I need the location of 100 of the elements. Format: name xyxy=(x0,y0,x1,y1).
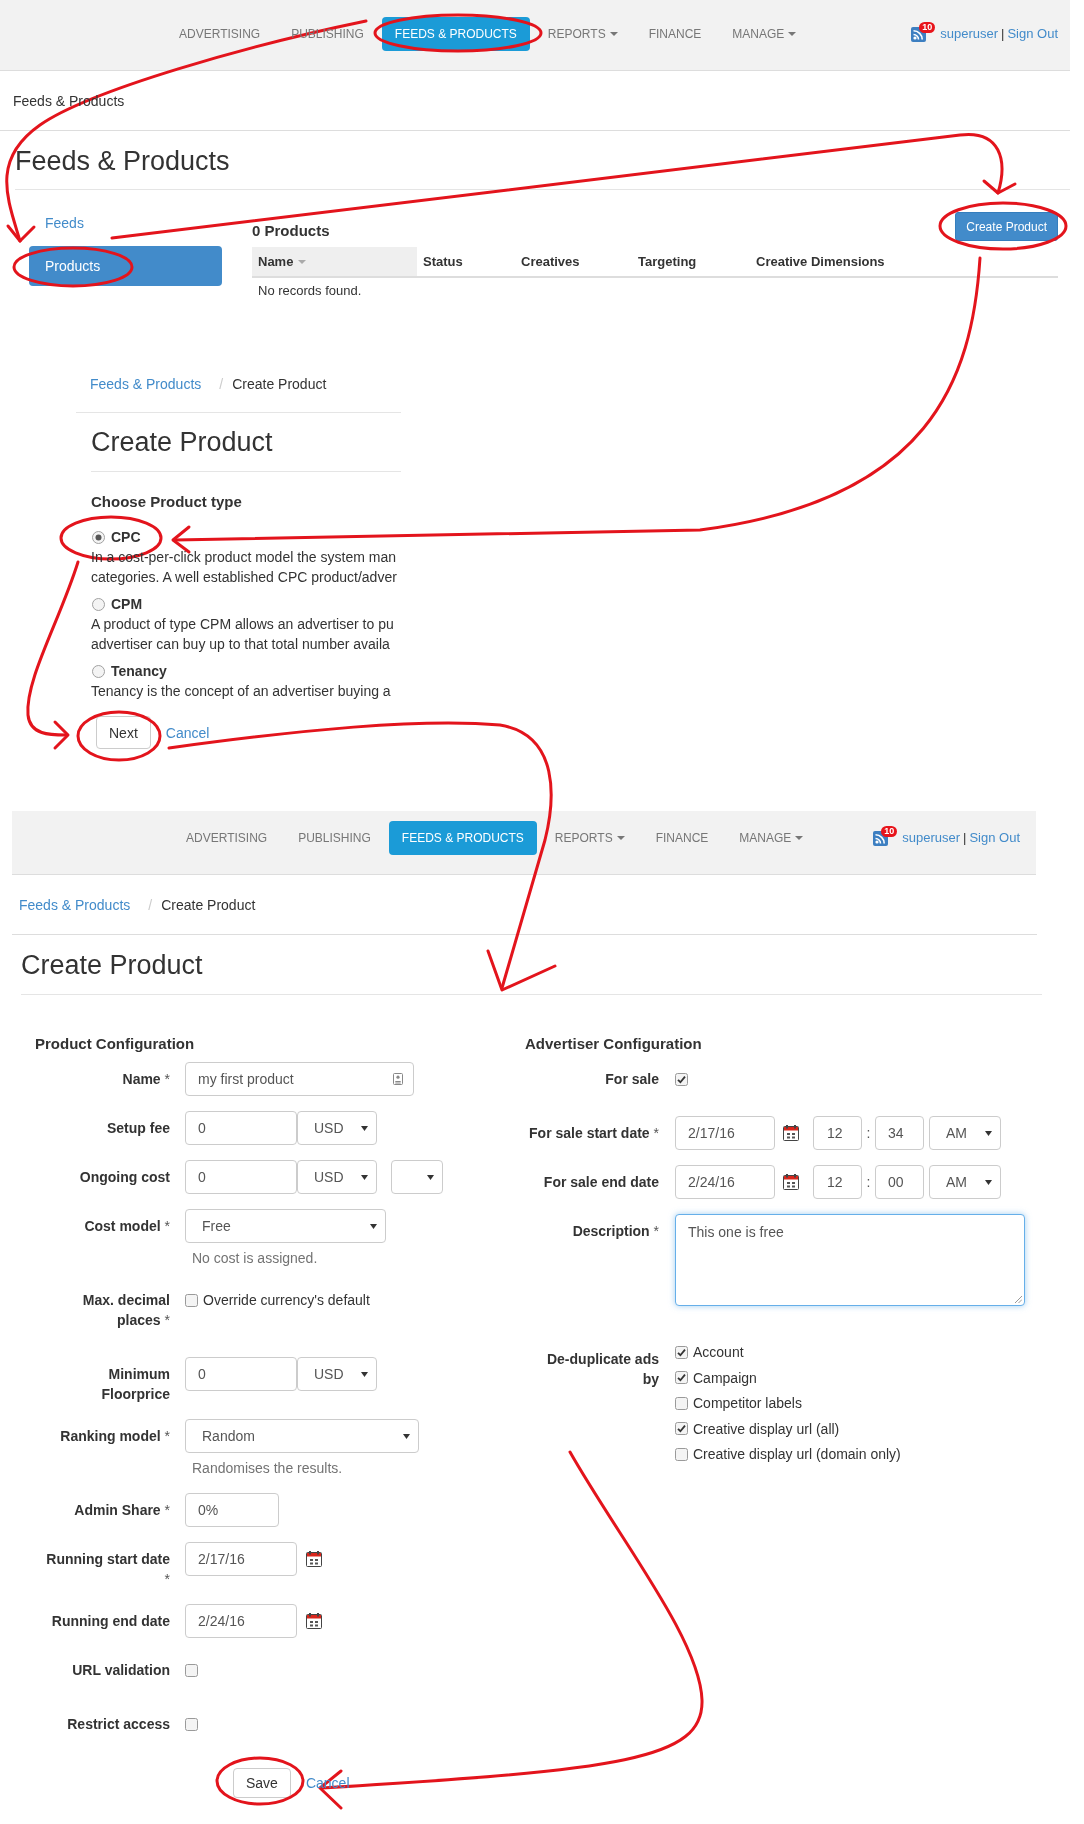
calendar-icon[interactable] xyxy=(306,1613,322,1629)
nav-tab[interactable]: REPORTS xyxy=(541,821,638,855)
caret-icon xyxy=(427,1174,434,1180)
checkbox[interactable] xyxy=(185,1663,198,1677)
checkbox-label: Creative display url (all) xyxy=(693,1419,840,1439)
nav-tab[interactable]: FINANCE xyxy=(635,17,715,51)
notification-badge: 10 xyxy=(881,825,898,837)
text-field[interactable]: 0% xyxy=(185,1493,279,1527)
breadcrumb-separator: / xyxy=(219,375,224,394)
checkbox[interactable] xyxy=(675,1072,688,1086)
field-label: De-duplicate ads by xyxy=(545,1350,659,1389)
nav-tab[interactable]: ADVERTISING xyxy=(173,821,281,855)
sidebar-item[interactable]: Feeds xyxy=(29,203,222,243)
field-label: Setup fee xyxy=(107,1120,170,1136)
dropdown-select[interactable]: Free xyxy=(185,1209,386,1243)
checkbox-label: Creative display url (domain only) xyxy=(693,1445,901,1464)
radio-button[interactable] xyxy=(92,664,105,678)
description-textarea[interactable]: This one is free xyxy=(675,1214,1025,1306)
calendar-icon[interactable] xyxy=(783,1174,799,1190)
field-label: Description * xyxy=(572,1223,659,1239)
help-text: No cost is assigned. xyxy=(192,1249,319,1268)
nav-tab[interactable]: FINANCE xyxy=(642,821,722,855)
nav-tab[interactable]: MANAGE xyxy=(719,17,810,51)
minute-field[interactable]: 00 xyxy=(875,1165,924,1199)
checkbox[interactable] xyxy=(675,1345,688,1359)
cancel-link[interactable]: Cancel xyxy=(165,722,210,743)
section-title: Product Configuration xyxy=(35,1034,196,1054)
column-header[interactable]: Name xyxy=(252,247,417,276)
checkbox[interactable] xyxy=(185,1293,198,1307)
option-description: Tenancy is the concept of an advertiser buying a xyxy=(91,682,392,701)
date-field[interactable]: 2/17/16 xyxy=(185,1542,297,1576)
product-count: 0 Products xyxy=(252,221,330,241)
dialog-title: Create Product xyxy=(91,427,273,457)
nav-tab[interactable]: REPORTS xyxy=(534,17,631,51)
radio-button[interactable] xyxy=(92,597,105,611)
create-product-button[interactable]: Create Product xyxy=(955,212,1058,241)
checkbox-label: Competitor labels xyxy=(693,1394,802,1413)
radio-label[interactable]: Tenancy xyxy=(111,661,167,681)
date-field[interactable]: 2/24/16 xyxy=(675,1165,775,1199)
column-header[interactable]: Status xyxy=(417,247,515,276)
breadcrumb-link[interactable]: Feeds & Products xyxy=(19,894,131,915)
amount-field[interactable]: 0 xyxy=(185,1160,297,1194)
hour-field[interactable]: 12 xyxy=(813,1165,862,1199)
sidebar-item[interactable]: Products xyxy=(29,246,222,286)
section-heading: Choose Product type xyxy=(91,492,243,512)
nav-tab[interactable]: PUBLISHING xyxy=(285,821,384,855)
text-field[interactable]: my first product xyxy=(185,1062,414,1096)
save-button[interactable]: Save xyxy=(233,1768,291,1798)
radio-button[interactable] xyxy=(92,530,105,544)
checkbox[interactable] xyxy=(675,1371,688,1384)
caret-icon xyxy=(370,1223,377,1229)
help-text: Randomises the results. xyxy=(192,1459,344,1478)
column-header[interactable]: Creative Dimensions xyxy=(750,247,1058,276)
date-field[interactable]: 2/24/16 xyxy=(185,1604,297,1638)
time-separator: : xyxy=(865,1173,872,1192)
currency-select[interactable]: USD xyxy=(297,1160,377,1194)
breadcrumb-link[interactable]: Feeds & Products xyxy=(90,374,202,394)
caret-icon xyxy=(361,1371,368,1377)
checkbox[interactable] xyxy=(675,1396,688,1410)
breadcrumb-current: Create Product xyxy=(161,895,256,915)
amount-field[interactable]: 0 xyxy=(185,1357,297,1391)
column-header[interactable]: Targeting xyxy=(632,247,750,276)
time-separator: : xyxy=(865,1124,872,1143)
field-label: Max. decimal places * xyxy=(82,1292,170,1328)
field-label: Name * xyxy=(122,1071,170,1087)
period-select[interactable]: AM xyxy=(929,1116,1001,1150)
radio-label[interactable]: CPC xyxy=(111,527,141,547)
next-button[interactable]: Next xyxy=(96,716,151,749)
field-label: Running start date * xyxy=(46,1551,170,1587)
date-field[interactable]: 2/17/16 xyxy=(675,1116,775,1150)
checkbox[interactable] xyxy=(675,1447,688,1461)
field-label: Ongoing cost xyxy=(79,1169,170,1185)
column-header[interactable]: Creatives xyxy=(515,247,632,276)
amount-field[interactable]: 0 xyxy=(185,1111,297,1145)
separator-text: | xyxy=(963,829,967,847)
checkbox-label: Campaign xyxy=(693,1368,757,1388)
hour-field[interactable]: 12 xyxy=(813,1116,862,1150)
empty-table-message: No records found. xyxy=(258,283,362,298)
resize-grip-icon[interactable] xyxy=(1015,1296,1022,1303)
currency-select[interactable]: USD xyxy=(297,1111,377,1145)
calendar-icon[interactable] xyxy=(783,1125,799,1141)
radio-label[interactable]: CPM xyxy=(111,594,143,614)
dropdown-select[interactable]: Random xyxy=(185,1419,419,1453)
nav-tab[interactable]: MANAGE xyxy=(726,821,817,855)
period-select[interactable]: AM xyxy=(929,1165,1001,1199)
page-title: Feeds & Products xyxy=(15,146,230,176)
calendar-icon[interactable] xyxy=(306,1551,322,1567)
field-label: Ranking model * xyxy=(60,1428,170,1444)
currency-select[interactable]: USD xyxy=(297,1357,377,1391)
nav-tab[interactable]: ADVERTISING xyxy=(166,17,274,51)
checkbox[interactable] xyxy=(185,1717,198,1731)
section-title: Advertiser Configuration xyxy=(525,1034,703,1054)
caret-icon xyxy=(403,1433,410,1439)
field-label: URL validation xyxy=(72,1662,170,1678)
field-label: Restrict access xyxy=(67,1716,170,1732)
checkbox[interactable] xyxy=(675,1422,688,1435)
field-label: For sale xyxy=(605,1071,659,1087)
caret-icon xyxy=(985,1179,992,1185)
field-label: Cost model * xyxy=(84,1218,170,1234)
minute-field[interactable]: 34 xyxy=(875,1116,924,1150)
